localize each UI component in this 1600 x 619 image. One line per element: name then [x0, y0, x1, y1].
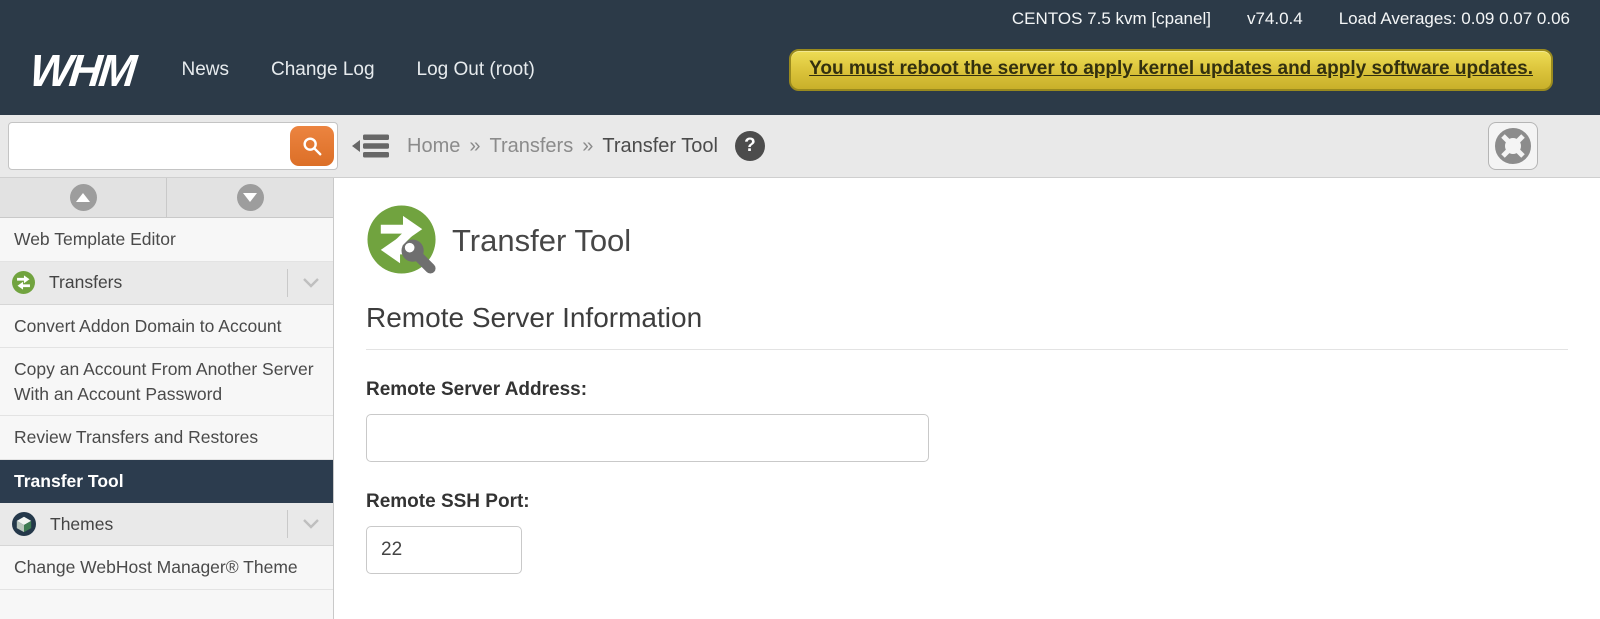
breadcrumb-transfers[interactable]: Transfers — [489, 135, 573, 158]
whm-version: v74.0.4 — [1247, 9, 1303, 29]
top-header: CENTOS 7.5 kvm [cpanel] v74.0.4 Load Ave… — [0, 0, 1600, 115]
sidebar-group-themes[interactable]: Themes — [0, 503, 333, 546]
search-button[interactable] — [290, 126, 334, 166]
sidebar-item-web-template-editor[interactable]: Web Template Editor — [0, 218, 333, 262]
load-averages: Load Averages: 0.09 0.07 0.06 — [1339, 9, 1570, 29]
toolbar: Home » Transfers » Transfer Tool ? — [0, 115, 1600, 178]
transfers-icon — [12, 271, 35, 294]
page-title: Transfer Tool — [452, 223, 631, 259]
arrow-up-icon — [70, 184, 97, 211]
nav-log-out[interactable]: Log Out (root) — [417, 59, 535, 81]
nav-news[interactable]: News — [181, 59, 229, 81]
sidebar-item-review-transfers[interactable]: Review Transfers and Restores — [0, 416, 333, 460]
chevron-down-icon[interactable] — [287, 269, 333, 297]
scroll-up-button[interactable] — [0, 178, 167, 217]
search-input[interactable] — [8, 122, 338, 170]
search-container — [8, 122, 338, 170]
chevron-down-icon[interactable] — [287, 510, 333, 538]
sidebar-item-change-whm-theme[interactable]: Change WebHost Manager® Theme — [0, 546, 333, 590]
sidebar-group-transfers[interactable]: Transfers — [0, 262, 333, 305]
reboot-alert-banner[interactable]: You must reboot the server to apply kern… — [789, 49, 1553, 91]
content-layout: Web Template Editor Transfers Convert Ad… — [0, 178, 1600, 619]
remote-ssh-port-input[interactable] — [366, 526, 522, 574]
sidebar-item-copy-account[interactable]: Copy an Account From Another Server With… — [0, 348, 333, 416]
search-icon — [301, 135, 323, 157]
support-button[interactable] — [1488, 122, 1538, 170]
remote-server-address-label: Remote Server Address: — [366, 379, 1600, 401]
arrow-down-icon — [237, 184, 264, 211]
breadcrumb-separator: » — [469, 135, 480, 158]
page-title-row: Transfer Tool — [366, 204, 1600, 278]
scroll-down-button[interactable] — [167, 178, 333, 217]
transfer-tool-icon — [366, 204, 440, 278]
section-heading: Remote Server Information — [366, 302, 1568, 350]
breadcrumb-separator: » — [582, 135, 593, 158]
remote-ssh-port-label: Remote SSH Port: — [366, 491, 1600, 513]
sidebar-item-transfer-tool[interactable]: Transfer Tool — [0, 460, 333, 504]
main-nav-row: WHM News Change Log Log Out (root) You m… — [0, 29, 1600, 101]
breadcrumb-home[interactable]: Home — [407, 135, 460, 158]
themes-icon — [12, 512, 36, 536]
system-name: CENTOS 7.5 kvm [cpanel] — [1012, 9, 1211, 29]
sidebar-group-label: Transfers — [49, 272, 287, 293]
sidebar-item-convert-addon-domain[interactable]: Convert Addon Domain to Account — [0, 305, 333, 349]
breadcrumb-current-page: Transfer Tool — [602, 135, 718, 158]
nav-change-log[interactable]: Change Log — [271, 59, 375, 81]
sidebar-scroll-controls — [0, 178, 333, 218]
sidebar-group-label: Themes — [50, 514, 287, 535]
remote-server-address-input[interactable] — [366, 414, 929, 462]
help-icon[interactable]: ? — [735, 131, 765, 161]
system-info-bar: CENTOS 7.5 kvm [cpanel] v74.0.4 Load Ave… — [0, 0, 1600, 29]
life-ring-icon — [1493, 126, 1533, 166]
sidebar: Web Template Editor Transfers Convert Ad… — [0, 178, 334, 619]
breadcrumb: Home » Transfers » Transfer Tool ? — [407, 131, 765, 161]
whm-logo[interactable]: WHM — [28, 48, 142, 93]
main-content: Transfer Tool Remote Server Information … — [334, 178, 1600, 619]
collapse-sidebar-button[interactable] — [352, 133, 389, 159]
collapse-menu-icon — [352, 133, 389, 159]
